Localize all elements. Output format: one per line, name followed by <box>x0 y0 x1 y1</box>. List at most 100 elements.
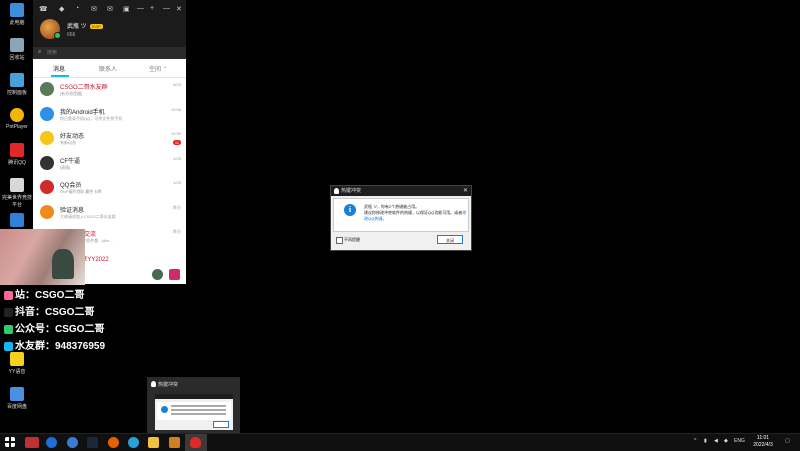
desktop-icon-qq[interactable]: 腾讯QQ <box>2 143 32 166</box>
dialog-close-button[interactable]: 关闭 <box>437 235 463 244</box>
phone-icon[interactable]: ☎ <box>39 5 48 13</box>
steam-icon[interactable] <box>87 437 98 448</box>
desktop-icon-baidu-netdisk[interactable]: 百度网盘 <box>2 387 32 410</box>
profile-signature[interactable]: 666 <box>67 32 75 38</box>
control-panel-icon <box>10 73 24 87</box>
desktop-icon-control-panel[interactable]: 控制面板 <box>2 73 32 96</box>
desktop-icon-perfect-world[interactable]: 完美世界竞技平台 <box>2 178 32 208</box>
notification-icon[interactable]: ▢ <box>785 438 790 444</box>
taskbar-thumbnail-preview[interactable]: 热键冲突 <box>147 377 240 433</box>
list-item[interactable]: CSGO二哥水友群 [有消息提醒] 8/23 <box>33 79 186 103</box>
conversation-preview: 你已登录手机QQ，可传文件到手机 <box>60 115 123 121</box>
tab-messages[interactable]: 消息 <box>53 64 65 73</box>
desktop-icon-this-pc[interactable]: 此电脑 <box>2 3 32 26</box>
perfect-world-icon <box>10 178 24 192</box>
qq-penguin-icon <box>190 437 201 448</box>
chevron-down-icon[interactable]: ⌄ <box>163 64 167 70</box>
game-icon[interactable]: ◆ <box>59 5 64 13</box>
thumbnail-close-button <box>213 421 229 428</box>
qq-penguin-icon <box>334 188 339 194</box>
taskbar-clock[interactable]: 11:01 2022/4/3 <box>747 435 779 449</box>
list-item[interactable]: QQ会员 DNF福利领取 赢性卡牌 1/25 <box>33 177 186 201</box>
add-icon[interactable]: + <box>150 5 154 12</box>
tab-qzone[interactable]: 空间 <box>149 64 161 73</box>
svip-badge[interactable]: SVIP <box>89 23 103 29</box>
mailbox-icon[interactable]: ✉ <box>107 5 113 13</box>
dialog-title: 热键冲突 <box>341 188 362 194</box>
conversation-time: 昨天 <box>173 204 181 210</box>
apps-icon[interactable]: ▣ <box>123 5 130 13</box>
conversation-avatar <box>40 204 54 219</box>
taskbar-qq-active[interactable] <box>185 434 207 451</box>
taskbar-browser-icon[interactable] <box>46 437 57 448</box>
taskbar-game-icon[interactable] <box>169 437 180 448</box>
overlay-line: 站：CSGO二哥 <box>4 286 84 301</box>
conversation-time: 8/23 <box>173 82 181 87</box>
platform-logo-icon <box>4 307 13 317</box>
input-language[interactable]: ENG <box>734 438 745 444</box>
volume-icon[interactable]: ◀ <box>714 438 718 444</box>
list-item[interactable]: 验证消息 大佬请求加入CSGO二哥水友群 昨天 <box>33 202 186 226</box>
list-item[interactable]: 我的Android手机 你已登录手机QQ，可传文件到手机 10:58 <box>33 104 186 128</box>
search-icon: ⌕ <box>38 49 42 55</box>
cloud-icon <box>10 387 24 401</box>
taskbar: ^ ▮ ◀ ◆ ENG 11:01 2022/4/3 ▢ <box>0 433 800 451</box>
conversation-time: 1/25 <box>173 180 181 185</box>
search-input[interactable] <box>47 48 177 57</box>
desktop-icon-potplayer[interactable]: PotPlayer <box>2 108 32 130</box>
conversation-avatar <box>40 82 54 96</box>
dont-remind-checkbox[interactable] <box>336 237 343 244</box>
dialog-footer: 不再提醒 关闭 <box>333 234 467 246</box>
separator-icon: — <box>137 5 144 12</box>
profile-name[interactable]: 武瓶 ツ SVIP <box>67 21 103 30</box>
info-icon <box>161 406 168 413</box>
mail-icon[interactable]: ✉ <box>91 5 97 13</box>
conversation-preview: [有消息提醒] <box>60 91 83 96</box>
avatar[interactable] <box>40 19 61 39</box>
windows-start-icon[interactable] <box>5 437 15 447</box>
taskbar-app-icon[interactable] <box>67 437 78 448</box>
conversation-preview: DNF福利领取 赢性卡牌 <box>60 189 102 194</box>
yy-icon <box>10 352 24 366</box>
thumbnail-body <box>157 402 231 420</box>
dialog-close-icon[interactable]: ✕ <box>463 186 468 196</box>
conversation-avatar <box>40 155 54 170</box>
preview-title: 热键冲突 <box>158 382 179 388</box>
folder-icon[interactable] <box>148 437 159 448</box>
taskbar-app-icon[interactable] <box>128 437 139 448</box>
desktop-icon-yy[interactable]: YY语音 <box>2 352 32 375</box>
dialog-message: 武瓶 ツ，你有2个热键被占用。 建议你修改冲突软件的热键，以保证QQ功能可用。或… <box>364 204 467 221</box>
conversation-preview: 大佬请求加入CSGO二哥水友群 <box>60 213 116 219</box>
tray-app-icon[interactable]: ◆ <box>724 438 728 444</box>
dialog-body: i 武瓶 ツ，你有2个热键被占用。 建议你修改冲突软件的热键，以保证QQ功能可用… <box>333 198 469 232</box>
conversation-avatar <box>40 180 54 194</box>
overlay-line: 公众号：CSGO二哥 <box>4 320 104 335</box>
app-icon <box>10 213 24 227</box>
firefox-icon[interactable] <box>108 437 119 448</box>
list-item[interactable]: 好友动态 有新动态 10:59 11 <box>33 128 186 152</box>
conversation-avatar <box>40 131 54 145</box>
dialog-titlebar[interactable]: 热键冲突 ✕ <box>331 186 471 196</box>
dont-remind-label: 不再提醒 <box>344 237 360 242</box>
network-icon[interactable]: ▮ <box>704 438 707 444</box>
conversation-preview: [表情] <box>60 164 71 170</box>
game-avatar-icon[interactable] <box>152 269 163 280</box>
qq-header: ☎ ◆ ◔ ✉ ✉ ▣ — + — ✕ 武瓶 ツ SVIP 666 <box>33 0 186 47</box>
unread-count-badge: 11 <box>172 140 181 145</box>
close-icon[interactable]: ✕ <box>176 5 182 13</box>
taskbar-app-icon[interactable] <box>25 437 39 448</box>
tab-contacts[interactable]: 联系人 <box>99 64 117 73</box>
minimize-icon[interactable]: — <box>163 5 170 12</box>
desktop-icon-recycle-bin[interactable]: 回收站 <box>2 38 32 61</box>
qzone-icon[interactable]: ◔ <box>75 5 79 12</box>
app-shortcut-icon[interactable] <box>169 269 180 280</box>
online-status-icon[interactable] <box>54 32 61 39</box>
platform-logo-icon <box>4 290 13 300</box>
conversation-time: 昨天 <box>173 229 181 234</box>
list-item[interactable]: CF牛逼 [表情] 2/25 <box>33 153 186 177</box>
conversation-title: CF牛逼 <box>60 158 80 165</box>
streamer-figure <box>52 249 74 279</box>
conversation-time: 10:58 <box>170 106 181 112</box>
desktop-icon-app[interactable] <box>2 213 32 229</box>
show-hidden-icons-icon[interactable]: ^ <box>694 438 696 444</box>
